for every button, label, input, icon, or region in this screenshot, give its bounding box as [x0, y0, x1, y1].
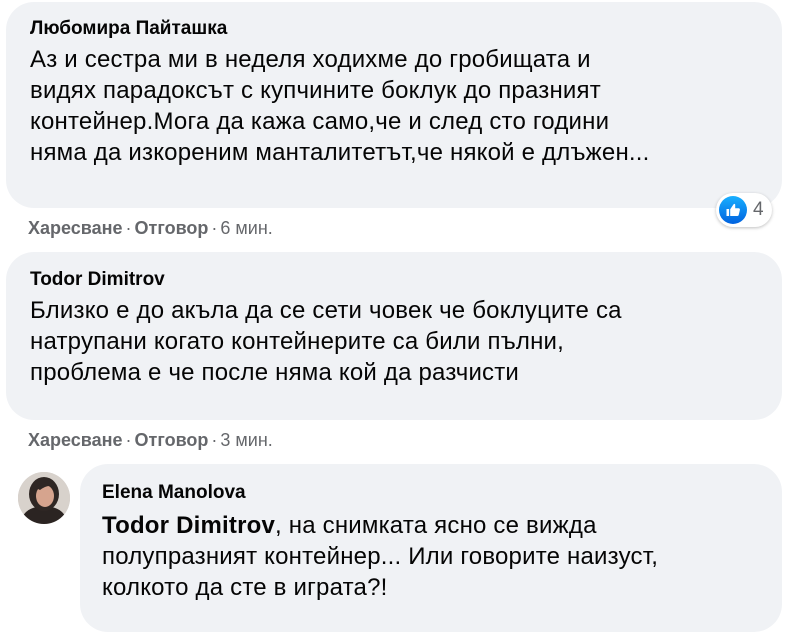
reply-line: колкото да сте в играта?!: [102, 574, 388, 601]
mention-link[interactable]: Todor Dimitrov: [102, 512, 275, 539]
comment-bubble: Todor Dimitrov Близко е до акъла да се с…: [6, 252, 782, 420]
comment-actions: Харесване · Отговор · 3 мин.: [28, 429, 273, 451]
reply-line: полупразният контейнер... Или говорите н…: [102, 543, 659, 570]
comment-line: видях парадоксът с купчините боклук до п…: [30, 77, 601, 104]
dot-separator: ·: [125, 218, 132, 238]
user-avatar[interactable]: [18, 472, 70, 524]
comment-timestamp[interactable]: 3 мин.: [220, 430, 272, 450]
dot-separator: ·: [211, 218, 218, 238]
like-icon: [719, 196, 747, 224]
comment-line: проблема е че после няма кой да разчисти: [30, 359, 520, 386]
like-action[interactable]: Харесване: [28, 218, 123, 238]
comments-section: Любомира Пайташка Аз и сестра ми в недел…: [0, 0, 800, 638]
comment-line: натрупани когато контейнерите са били пъ…: [30, 328, 565, 355]
dot-separator: ·: [125, 430, 132, 450]
comment-text: Аз и сестра ми в неделя ходихме до гроби…: [30, 44, 758, 168]
reply-action[interactable]: Отговор: [135, 218, 209, 238]
comment-line: Близко е до акъла да се сети човек че бо…: [30, 297, 622, 324]
like-action[interactable]: Харесване: [28, 430, 123, 450]
comment-text: Близко е до акъла да се сети човек че бо…: [30, 295, 758, 388]
reaction-count: 4: [753, 199, 764, 220]
reply-bubble: Elena Manolova Todor Dimitrov, на снимка…: [80, 464, 782, 632]
comment-actions: Харесване · Отговор · 6 мин.: [28, 217, 273, 239]
comment-line: Аз и сестра ми в неделя ходихме до гроби…: [30, 46, 591, 73]
dot-separator: ·: [211, 430, 218, 450]
comment-author[interactable]: Todor Dimitrov: [30, 268, 758, 292]
comment-line: контейнер.Мога да кажа само,че и след ст…: [30, 108, 610, 135]
reaction-summary[interactable]: 4: [716, 193, 772, 227]
reply-line-text: , на снимката ясно се вижда: [275, 512, 597, 539]
reply-line: Todor Dimitrov, на снимката ясно се вижд…: [102, 510, 760, 541]
comment-line: няма да изкореним манталитетът,че някой …: [30, 139, 650, 166]
comment-bubble: Любомира Пайташка Аз и сестра ми в недел…: [6, 2, 782, 208]
reply-author[interactable]: Elena Manolova: [102, 481, 760, 505]
comment-timestamp[interactable]: 6 мин.: [220, 218, 272, 238]
reply-action[interactable]: Отговор: [135, 430, 209, 450]
comment-author[interactable]: Любомира Пайташка: [30, 17, 758, 41]
reply-text: Todor Dimitrov, на снимката ясно се вижд…: [102, 510, 760, 603]
